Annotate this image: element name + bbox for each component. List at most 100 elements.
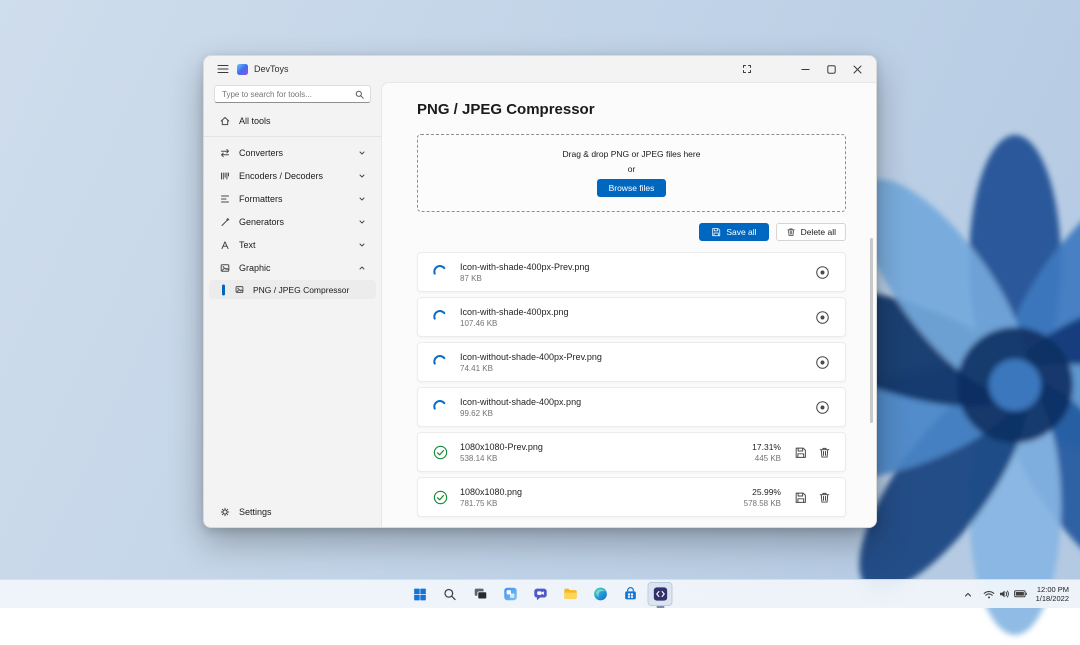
save-file-button[interactable] (793, 490, 808, 505)
cancel-button[interactable] (813, 353, 832, 372)
dropzone-separator: or (628, 164, 636, 174)
file-size: 781.75 KB (460, 499, 522, 508)
sidebar-item-label: Settings (239, 507, 272, 517)
file-size: 99.62 KB (460, 409, 581, 418)
maximize-button[interactable] (818, 59, 844, 79)
cancel-icon (814, 264, 831, 281)
success-check-icon (431, 444, 449, 461)
selected-indicator (222, 284, 225, 295)
chevron-down-icon (358, 172, 366, 180)
sidebar-divider (204, 136, 381, 137)
file-name: Icon-without-shade-400px-Prev.png (460, 352, 602, 362)
compressing-spinner-icon (431, 400, 449, 414)
delete-icon (786, 227, 796, 237)
sidebar-item-formatters[interactable]: Formatters (209, 188, 376, 209)
save-all-label: Save all (726, 227, 756, 237)
sidebar-item-text[interactable]: Text (209, 234, 376, 255)
file-explorer-icon (562, 586, 578, 602)
sidebar-item-label: PNG / JPEG Compressor (253, 285, 349, 295)
file-row: Icon-with-shade-400px-Prev.png 87 KB (417, 252, 846, 292)
compressing-spinner-icon (431, 265, 449, 279)
store-icon (622, 586, 638, 602)
delete-icon (818, 491, 831, 504)
save-file-button[interactable] (793, 445, 808, 460)
new-size: 578.58 KB (744, 499, 781, 508)
sidebar-item-encoders-decoders[interactable]: Encoders / Decoders (209, 165, 376, 186)
file-size: 87 KB (460, 274, 589, 283)
taskbar-search-button[interactable] (438, 582, 463, 606)
start-button[interactable] (408, 582, 433, 606)
edge-button[interactable] (588, 582, 613, 606)
store-button[interactable] (618, 582, 643, 606)
new-size: 445 KB (755, 454, 781, 463)
delete-file-button[interactable] (817, 490, 832, 505)
home-icon (219, 116, 230, 126)
taskbar-clock[interactable]: 12:00 PM 1/18/2022 (1032, 583, 1073, 605)
graphic-icon (219, 263, 230, 273)
file-name: 1080x1080.png (460, 487, 522, 497)
sidebar-item-label: Formatters (239, 194, 349, 204)
saving-percent: 25.99% (752, 487, 781, 497)
sidebar-item-png-jpeg-compressor[interactable]: PNG / JPEG Compressor (209, 280, 376, 299)
scrollbar-thumb[interactable] (870, 238, 873, 423)
compressing-spinner-icon (431, 310, 449, 324)
sidebar-item-all-tools[interactable]: All tools (209, 110, 376, 131)
close-icon (853, 65, 862, 74)
delete-icon (818, 446, 831, 459)
devtoys-taskbar-button[interactable] (648, 582, 673, 606)
devtoys-app-icon (652, 586, 668, 602)
chevron-up-icon (358, 264, 366, 272)
compression-result: 25.99% 578.58 KB (744, 487, 781, 508)
saving-percent: 17.31% (752, 442, 781, 452)
sidebar-item-label: Converters (239, 148, 349, 158)
windows-start-icon (413, 587, 428, 602)
close-button[interactable] (844, 59, 870, 79)
window-titlebar: DevToys (204, 56, 876, 82)
minimize-icon (801, 65, 810, 74)
search-input[interactable] (215, 90, 355, 99)
delete-file-button[interactable] (817, 445, 832, 460)
success-check-icon (431, 489, 449, 506)
cancel-button[interactable] (813, 263, 832, 282)
sidebar-item-settings[interactable]: Settings (209, 502, 376, 522)
save-all-button[interactable]: Save all (699, 223, 768, 241)
file-name: Icon-without-shade-400px.png (460, 397, 581, 407)
chevron-up-icon (963, 590, 973, 599)
show-hidden-icons-button[interactable] (958, 583, 978, 605)
minimize-button[interactable] (792, 59, 818, 79)
sidebar-item-graphic[interactable]: Graphic (209, 257, 376, 278)
cancel-button[interactable] (813, 398, 832, 417)
sidebar-item-converters[interactable]: Converters (209, 142, 376, 163)
sidebar-item-label: Encoders / Decoders (239, 171, 349, 181)
widgets-button[interactable] (498, 582, 523, 606)
cancel-button[interactable] (813, 308, 832, 327)
converters-icon (219, 148, 230, 158)
sidebar-item-label: Text (239, 240, 349, 250)
delete-all-button[interactable]: Delete all (776, 223, 846, 241)
file-row: 1080x1080-Prev.png 538.14 KB 17.31% 445 … (417, 432, 846, 472)
taskbar: 12:00 PM 1/18/2022 (0, 579, 1080, 608)
gear-icon (219, 507, 230, 517)
chat-icon (532, 586, 548, 602)
search-box (214, 85, 371, 103)
sidebar-item-generators[interactable]: Generators (209, 211, 376, 232)
file-size: 74.41 KB (460, 364, 602, 373)
sidebar: All tools Converters Encoders / Decoders (204, 82, 381, 527)
cancel-icon (814, 354, 831, 371)
system-tray-status-button[interactable] (978, 583, 1032, 605)
browse-files-button[interactable]: Browse files (597, 179, 667, 197)
dropzone-instruction: Drag & drop PNG or JPEG files here (563, 149, 701, 159)
file-name: Icon-with-shade-400px.png (460, 307, 569, 317)
file-explorer-button[interactable] (558, 582, 583, 606)
dropzone[interactable]: Drag & drop PNG or JPEG files here or Br… (417, 134, 846, 212)
browse-files-label: Browse files (609, 183, 655, 193)
chat-button[interactable] (528, 582, 553, 606)
chevron-down-icon (358, 195, 366, 203)
nav-menu-button[interactable] (212, 59, 234, 79)
clock-date: 1/18/2022 (1036, 594, 1069, 603)
battery-icon (1014, 590, 1027, 598)
fullscreen-button[interactable] (736, 59, 758, 79)
maximize-icon (827, 65, 836, 74)
file-row: Icon-with-shade-400px.png 107.46 KB (417, 297, 846, 337)
task-view-button[interactable] (468, 582, 493, 606)
